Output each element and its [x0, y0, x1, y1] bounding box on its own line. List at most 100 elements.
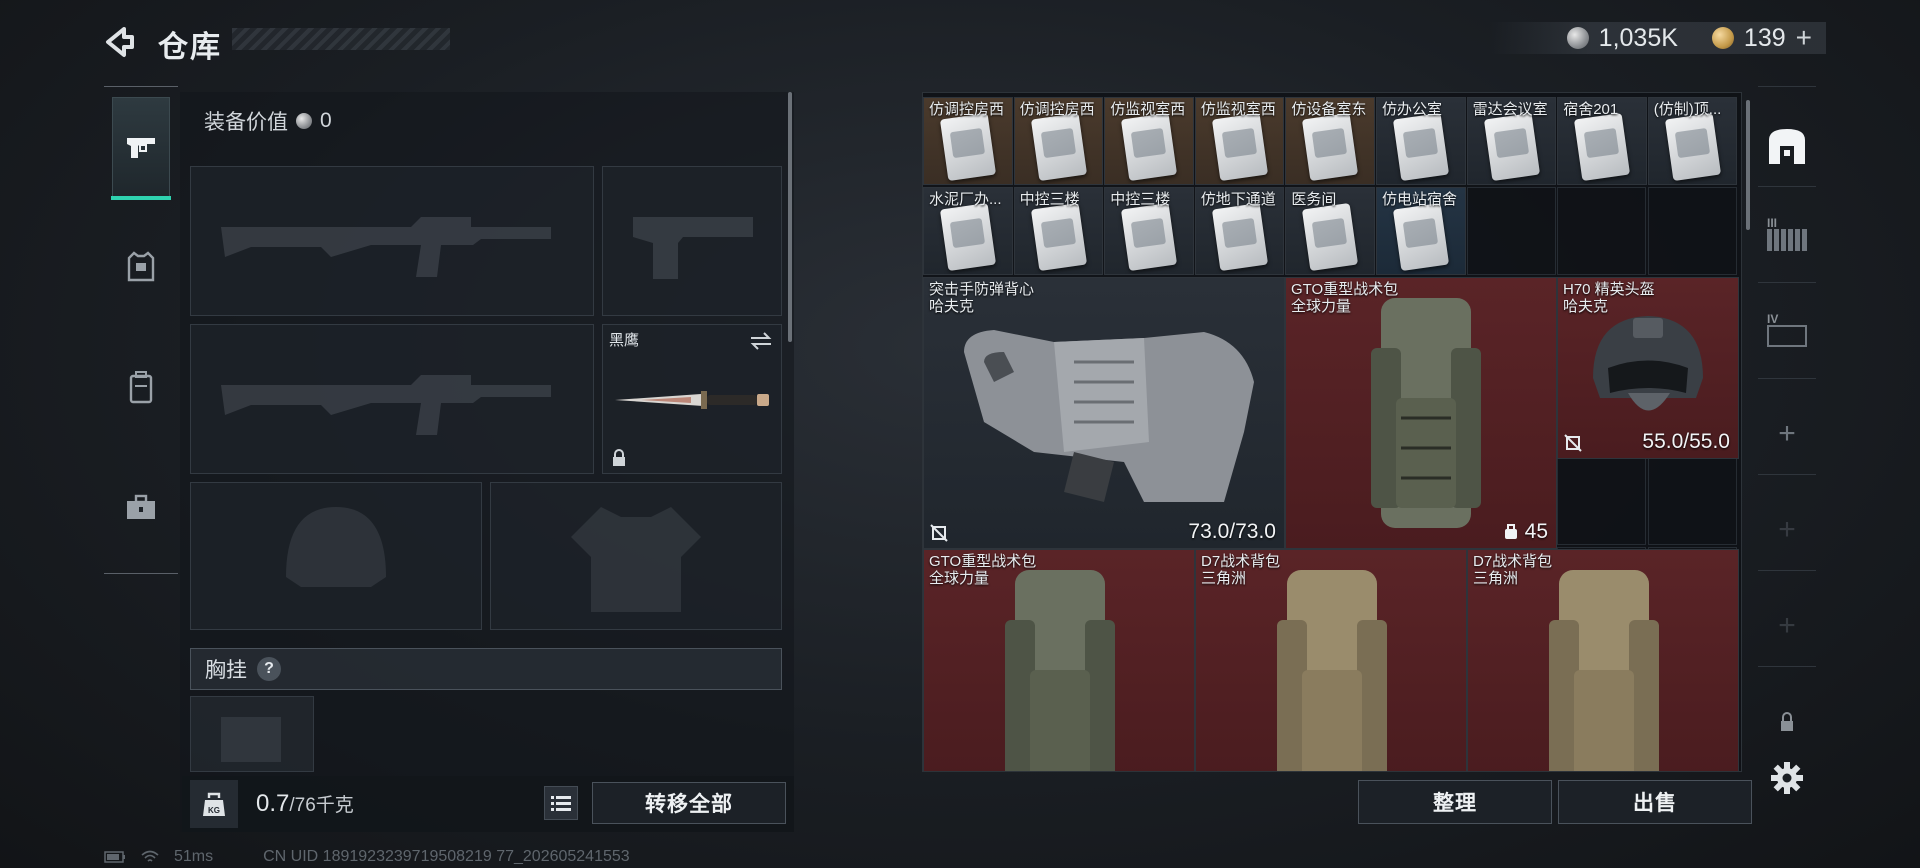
stash-scrollbar[interactable] — [1746, 100, 1750, 230]
primary-weapon-slot[interactable] — [190, 166, 594, 316]
key-card-item[interactable]: (仿制)顶... — [1647, 97, 1738, 185]
item-assault-vest[interactable]: 突击手防弹背心 哈夫克 73.0/73.0 — [923, 277, 1285, 549]
toolbox-icon — [127, 494, 155, 519]
item-gto-backpack-2[interactable]: GTO重型战术包 全球力量 — [923, 549, 1195, 771]
item-d7-backpack-2[interactable]: D7战术背包 三角洲 — [1467, 549, 1739, 771]
key-card-item[interactable]: 仿监视室西 — [1104, 97, 1194, 185]
transfer-all-button[interactable]: 转移全部 — [592, 782, 786, 824]
key-card-name: 仿电站宿舍 — [1382, 191, 1458, 208]
vest-icon — [964, 330, 1254, 502]
settings-button[interactable] — [1764, 748, 1810, 808]
key-card-name: (仿制)顶... — [1653, 101, 1722, 118]
tab-armor[interactable] — [112, 217, 170, 317]
tab-backpack[interactable] — [112, 337, 170, 437]
keycard-icon — [939, 202, 997, 272]
backpack-icon — [129, 371, 153, 404]
status-footer: 51ms CN UID 1891923239719508219 77_20260… — [104, 848, 630, 866]
back-arrow-icon — [106, 27, 134, 57]
item-d7-backpack[interactable]: D7战术背包 三角洲 — [1195, 549, 1467, 771]
add-currency-button[interactable]: + — [1796, 22, 1812, 54]
keycard-icon — [1121, 202, 1178, 272]
key-card-item[interactable]: 雷达会议室 — [1466, 97, 1557, 185]
key-card-name: 仿调控房西 — [929, 101, 1005, 118]
tab-toolbox[interactable] — [112, 457, 170, 557]
keycard-icon — [1302, 112, 1359, 182]
keycard-icon — [1211, 112, 1268, 182]
page-title: 仓库 — [158, 31, 222, 64]
key-card-item[interactable]: 仿设备室东 — [1285, 97, 1375, 185]
item-durability: 55.0/55.0 — [1642, 430, 1730, 453]
keycard-icon — [1392, 112, 1450, 182]
key-card-name: 仿办公室 — [1382, 101, 1443, 118]
backpack-icon — [1549, 570, 1659, 771]
keycard-icon — [1483, 112, 1540, 182]
helmet-icon — [1593, 316, 1703, 411]
key-card-name: 仿监视室西 — [1110, 101, 1186, 118]
stash-page-main[interactable] — [1764, 116, 1810, 176]
add-stash-page-button-3[interactable]: + — [1764, 596, 1810, 656]
grid-cell — [1466, 187, 1556, 275]
key-card-item[interactable]: 仿监视室西 — [1194, 97, 1285, 185]
stash-page-3[interactable]: III — [1764, 204, 1810, 264]
key-card-item[interactable]: 宿舍201 — [1557, 97, 1647, 185]
no-repair-icon — [930, 524, 948, 542]
grid-cell — [1647, 457, 1737, 545]
armor-slot[interactable] — [490, 482, 782, 630]
key-card-item[interactable]: 医务间 — [1285, 187, 1375, 275]
key-card-item[interactable]: 中控三楼 — [1013, 187, 1104, 275]
key-card-item[interactable]: 水泥厂办... — [923, 187, 1013, 275]
helmet-slot[interactable] — [190, 482, 482, 630]
sell-button[interactable]: 出售 — [1558, 780, 1752, 824]
primary-weapon-slot-2[interactable] — [190, 324, 594, 474]
key-card-item[interactable]: 仿办公室 — [1376, 97, 1466, 185]
add-stash-page-button[interactable]: + — [1764, 404, 1810, 464]
back-button[interactable] — [100, 22, 140, 62]
wifi-icon — [141, 850, 159, 862]
rig-silhouette-icon — [221, 717, 281, 762]
item-durability: 73.0/73.0 — [1188, 520, 1276, 543]
item-h70-helmet[interactable]: H70 精英头盔 哈夫克 55.0/55.0 — [1557, 277, 1739, 459]
sort-button[interactable]: 整理 — [1358, 780, 1552, 824]
swap-icon[interactable] — [749, 331, 773, 351]
silver-coin-icon — [1566, 27, 1589, 49]
helmet-silhouette-icon — [286, 507, 386, 587]
key-card-item[interactable]: 仿调控房西 — [1013, 97, 1104, 185]
pistol-silhouette-icon — [633, 217, 753, 279]
secondary-weapon-slot[interactable] — [602, 166, 782, 316]
help-button[interactable]: ? — [257, 657, 281, 681]
key-card-item[interactable]: 仿电站宿舍 — [1376, 187, 1466, 275]
no-repair-icon — [1564, 434, 1582, 452]
list-view-button[interactable] — [544, 786, 578, 820]
melee-slot[interactable]: 黑鹰 — [602, 324, 782, 474]
key-card-name: 医务间 — [1291, 191, 1337, 208]
stash-page-column: III IV + + + — [1754, 86, 1820, 794]
stash-page-4-icon: IV — [1767, 313, 1807, 347]
keycard-icon — [1211, 202, 1268, 272]
gear-icon — [1771, 762, 1803, 794]
key-card-item[interactable]: 仿地下通道 — [1194, 187, 1285, 275]
carry-weight: 0.7/76千克 — [256, 790, 354, 818]
backpack-icon — [1277, 570, 1387, 771]
pistol-icon — [127, 138, 155, 158]
add-stash-page-button-2[interactable]: + — [1764, 500, 1810, 560]
currency-bar: 1,035K 139 + — [1490, 22, 1826, 54]
stash-page-4[interactable]: IV — [1764, 300, 1810, 360]
item-gto-backpack[interactable]: GTO重型战术包 全球力量 45 — [1285, 277, 1557, 549]
keycard-icon — [1030, 202, 1087, 272]
weight-icon: KG — [190, 780, 238, 828]
kettlebell-icon: KG — [203, 792, 225, 816]
rifle-silhouette-icon — [221, 375, 551, 435]
loadout-scrollbar[interactable] — [788, 92, 792, 342]
keycard-icon — [1121, 112, 1178, 182]
key-card-name: 仿调控房西 — [1019, 101, 1095, 118]
key-card-item[interactable]: 仿调控房西 — [923, 97, 1013, 185]
tab-weapons[interactable] — [111, 97, 171, 200]
chest-rig-label: 胸挂 — [205, 659, 247, 682]
lock-icon — [613, 449, 625, 466]
weight-value: 0.7 — [256, 790, 290, 817]
gold-coin-icon — [1711, 27, 1734, 49]
chest-rig-slot[interactable] — [190, 696, 314, 772]
key-card-item[interactable]: 中控三楼 — [1104, 187, 1194, 275]
key-card-name: 雷达会议室 — [1472, 101, 1548, 118]
item-name: 突击手防弹背心 哈夫克 — [929, 281, 1035, 315]
